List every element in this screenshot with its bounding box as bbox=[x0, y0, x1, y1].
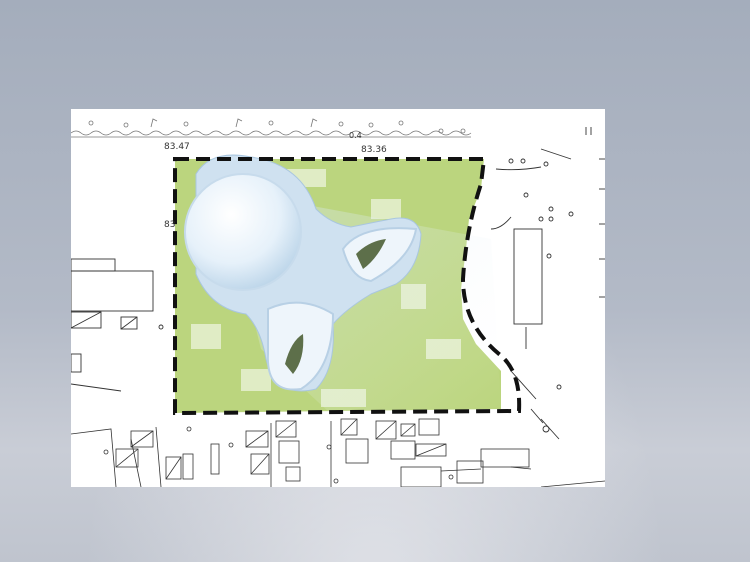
right-street bbox=[490, 127, 605, 440]
site-plan-sheet: 83.47 83.36 83 0.4 bbox=[71, 109, 605, 487]
elevation-label-1: 83.47 bbox=[164, 142, 190, 152]
left-buildings bbox=[71, 258, 164, 392]
site-plan-drawing bbox=[71, 118, 605, 487]
bottom-buildings bbox=[71, 418, 605, 487]
elevation-label-4: 0.4 bbox=[349, 131, 362, 140]
top-street-edge bbox=[71, 118, 472, 138]
elevation-label-3: 83 bbox=[164, 220, 176, 230]
elevation-label-2: 83.36 bbox=[361, 145, 387, 155]
